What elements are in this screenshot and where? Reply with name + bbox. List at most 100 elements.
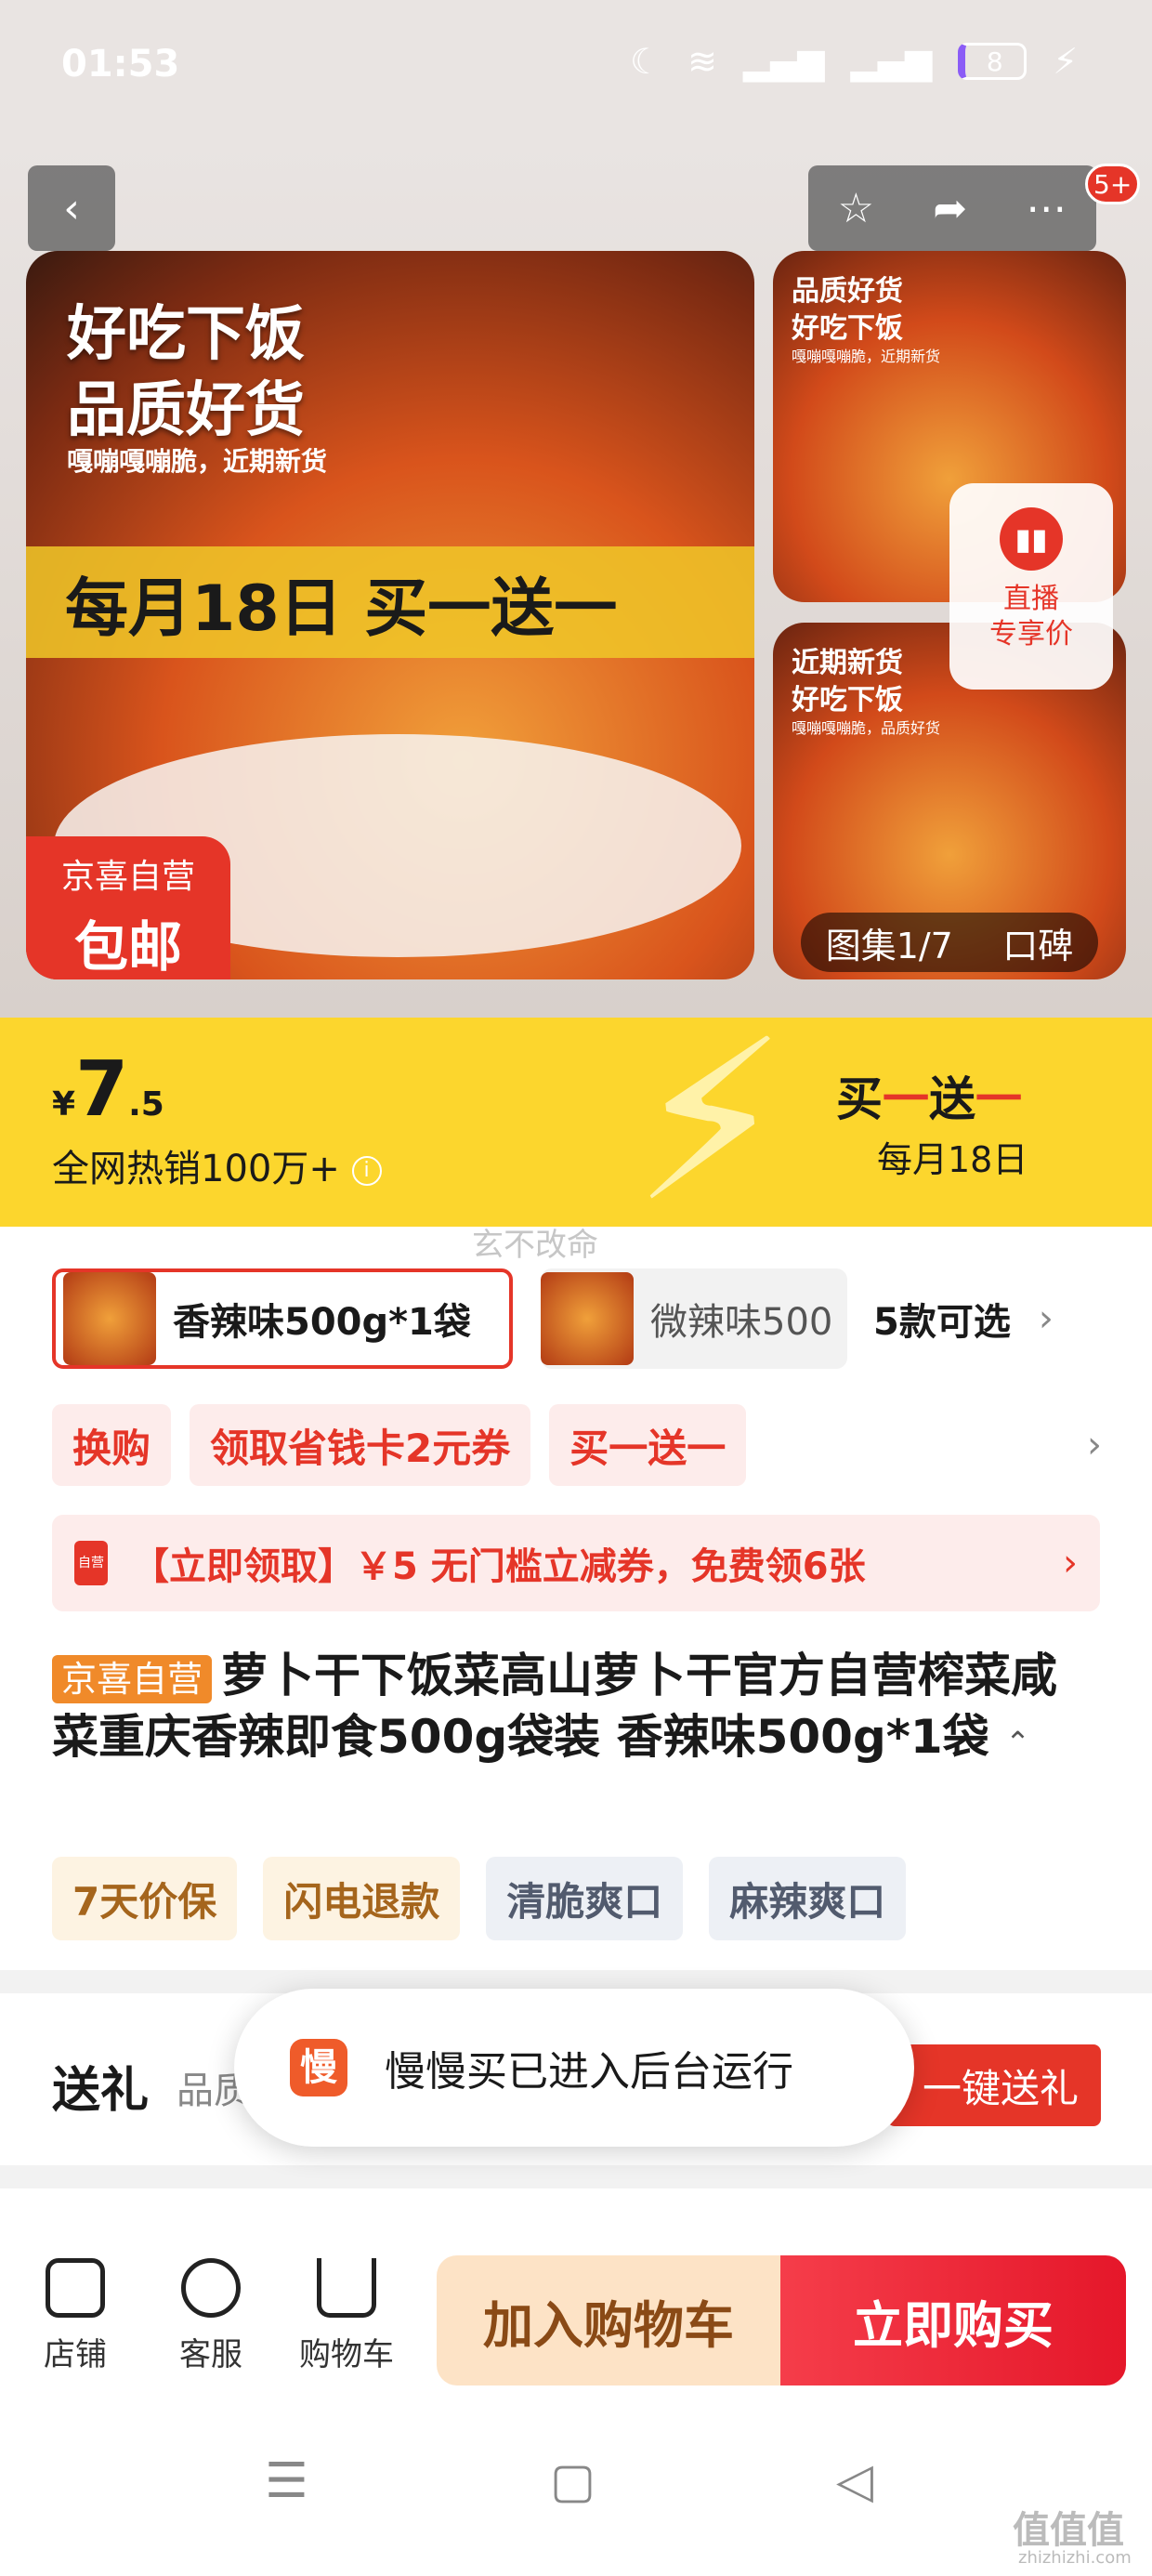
side-image-1-line-2: 好吃下饭 [792, 312, 903, 345]
badge-self-operated: 京喜自营 [60, 858, 195, 896]
bogo-date: 每月18日 [877, 1139, 1028, 1180]
background-toast: 慢 慢慢买已进入后台运行 [234, 1989, 914, 2147]
bogo-title: 买一送一 [836, 1062, 1022, 1129]
bogo-one-a: 一 [883, 1072, 929, 1126]
battery-icon: 8 [958, 43, 1028, 80]
main-product-image[interactable]: 好吃下饭 品质好货 嘎嘣嘎嘣脆，近期新货 每月18日 买一送一 京喜自营 包邮 [26, 251, 754, 979]
side-image-1-line-1: 品质好货 [792, 275, 903, 308]
side-image-2-line-2: 好吃下饭 [792, 684, 903, 716]
charging-icon: ⚡ [1053, 41, 1078, 82]
variant-option-selected[interactable]: 香辣味500g*1袋 [52, 1268, 513, 1369]
feature-tags: 7天价保 闪电退款 清脆爽口 麻辣爽口 [52, 1857, 907, 1940]
signal-5g-icon-2: ▂▄▆ [850, 41, 933, 82]
watermark-text: 玄不改命 [472, 1227, 598, 1264]
variant-count[interactable]: 5款可选 [873, 1292, 1011, 1346]
star-icon[interactable]: ☆ [838, 185, 874, 232]
header-actions: ☆ ➦ ⋯ [808, 165, 1096, 251]
back-icon[interactable]: ◁ [836, 2453, 873, 2509]
promo-price-bar: ¥7.5 全网热销100万+ i ⚡ 买一送一 每月18日 [0, 992, 1152, 1252]
variant-label: 香辣味500g*1袋 [173, 1301, 471, 1344]
moon-icon: ☾ [630, 41, 662, 82]
gallery-count-label: 图集1/7 [825, 925, 953, 966]
status-time: 01:53 [61, 43, 180, 85]
price: ¥7.5 [52, 1045, 164, 1134]
signal-5g-icon: ▂▄▆ [742, 41, 825, 82]
gallery-counter[interactable]: 图集1/7 口碑 [801, 913, 1098, 972]
feature-price-protect[interactable]: 7天价保 [52, 1857, 238, 1940]
chevron-right-icon: › [1063, 1542, 1078, 1584]
product-info: 玄不改命 香辣味500g*1袋 微辣味500 5款可选 › 换购 领取省钱卡2元… [0, 1227, 1152, 1970]
gift-label: 送礼 [52, 2063, 150, 2119]
bogo-one-b: 一 [975, 1072, 1022, 1126]
side-image-2-line-1: 近期新货 [792, 647, 903, 679]
product-gallery: ‹ ☆ ➦ ⋯ 5+ 好吃下饭 品质好货 嘎嘣嘎嘣脆，近期新货 每月18日 买一… [0, 139, 1152, 1018]
buy-now-button[interactable]: 立即购买 [780, 2255, 1126, 2385]
message-badge: 5+ [1085, 164, 1141, 204]
feature-fast-refund[interactable]: 闪电退款 [263, 1857, 461, 1940]
bogo-buy: 买 [836, 1072, 883, 1126]
cart-label: 购物车 [299, 2336, 394, 2373]
image-tagline: 嘎嘣嘎嘣脆，近期新货 [67, 446, 328, 477]
more-icon[interactable]: ⋯ [1026, 185, 1067, 232]
price-decimal: .5 [128, 1085, 164, 1124]
image-headline-1: 好吃下饭 [67, 300, 305, 369]
status-icons: ☾ ≋ ▂▄▆ ▂▄▆ 8 ⚡ [630, 41, 1078, 82]
coupon-icon: 自营 [74, 1541, 108, 1585]
side-image-2-line-3: 嘎嘣嘎嘣脆，品质好货 [792, 719, 941, 737]
tag-exchange[interactable]: 换购 [52, 1404, 172, 1486]
product-title: 京喜自营 萝卜干下饭菜高山萝卜干官方自营榨菜咸菜重庆香辣即食500g袋装 香辣味5… [52, 1645, 1102, 1773]
system-navigation: ☰ ▢ ◁ [0, 2407, 1152, 2576]
self-operated-badge: 京喜自营 [52, 1654, 213, 1703]
live-price-line-2: 专享价 [989, 618, 1073, 651]
app-icon: 慢 [290, 2039, 347, 2096]
toast-text: 慢慢买已进入后台运行 [385, 2048, 793, 2096]
back-button[interactable]: ‹ [28, 165, 115, 251]
gift-button[interactable]: 一键送礼 [887, 2044, 1101, 2126]
image-headline-2: 品质好货 [67, 376, 305, 445]
coupon-text: 【立即领取】￥5 无门槛立减券，免费领6张 [132, 1545, 866, 1588]
bogo-get: 送 [929, 1072, 975, 1126]
service-label: 客服 [179, 2336, 242, 2373]
share-icon[interactable]: ➦ [933, 185, 967, 232]
site-logo-text: 值值值 [1013, 2509, 1124, 2552]
shop-icon [46, 2258, 105, 2318]
reviews-tab[interactable]: 口碑 [1002, 917, 1073, 968]
cart-icon [317, 2258, 376, 2318]
bar-chart-icon: ▮▮ [1000, 507, 1063, 571]
collapse-icon[interactable]: ⌃ [1005, 1725, 1030, 1760]
chevron-right-icon[interactable]: › [1087, 1424, 1102, 1466]
home-icon[interactable]: ▢ [550, 2453, 596, 2509]
variant-thumbnail [63, 1272, 156, 1365]
hot-sales: 全网热销100万+ i [52, 1138, 382, 1192]
hot-sales-text: 全网热销100万+ [52, 1148, 340, 1190]
free-shipping-badge: 京喜自营 包邮 [26, 836, 230, 979]
variant-thumbnail [541, 1272, 634, 1365]
site-url: zhizhizhi.com [1018, 2548, 1132, 2568]
live-price-button[interactable]: ▮▮ 直播 专享价 [949, 483, 1113, 690]
shop-label: 店铺 [44, 2336, 107, 2373]
info-icon[interactable]: i [351, 1156, 382, 1186]
chevron-left-icon: ‹ [63, 184, 80, 232]
variant-option[interactable]: 微辣味500 [541, 1268, 847, 1369]
feature-spicy: 麻辣爽口 [709, 1857, 907, 1940]
service-button[interactable]: 客服 [151, 2258, 271, 2374]
chevron-right-icon[interactable]: › [1039, 1297, 1054, 1340]
lightning-icon: ⚡ [632, 992, 789, 1252]
tag-bogo[interactable]: 买一送一 [549, 1404, 747, 1486]
cart-button[interactable]: 购物车 [286, 2258, 407, 2374]
service-icon [181, 2258, 241, 2318]
feature-crispy: 清脆爽口 [486, 1857, 684, 1940]
action-bar: 店铺 客服 购物车 加入购物车 立即购买 [0, 2230, 1152, 2407]
variant-label: 微辣味500 [650, 1301, 833, 1344]
tag-coupon[interactable]: 领取省钱卡2元券 [190, 1404, 531, 1486]
promo-tags: 换购 领取省钱卡2元券 买一送一 › [52, 1403, 1102, 1487]
add-to-cart-button[interactable]: 加入购物车 [437, 2255, 780, 2385]
price-integer: 7 [75, 1045, 129, 1134]
menu-icon[interactable]: ☰ [265, 2453, 308, 2509]
price-currency: ¥ [52, 1085, 76, 1124]
coupon-banner[interactable]: 自营 【立即领取】￥5 无门槛立减券，免费领6张 › [52, 1515, 1100, 1611]
badge-free-shipping: 包邮 [73, 915, 182, 979]
wifi-icon: ≋ [687, 41, 717, 82]
shop-button[interactable]: 店铺 [15, 2258, 136, 2374]
live-price-line-1: 直播 [1003, 583, 1059, 615]
